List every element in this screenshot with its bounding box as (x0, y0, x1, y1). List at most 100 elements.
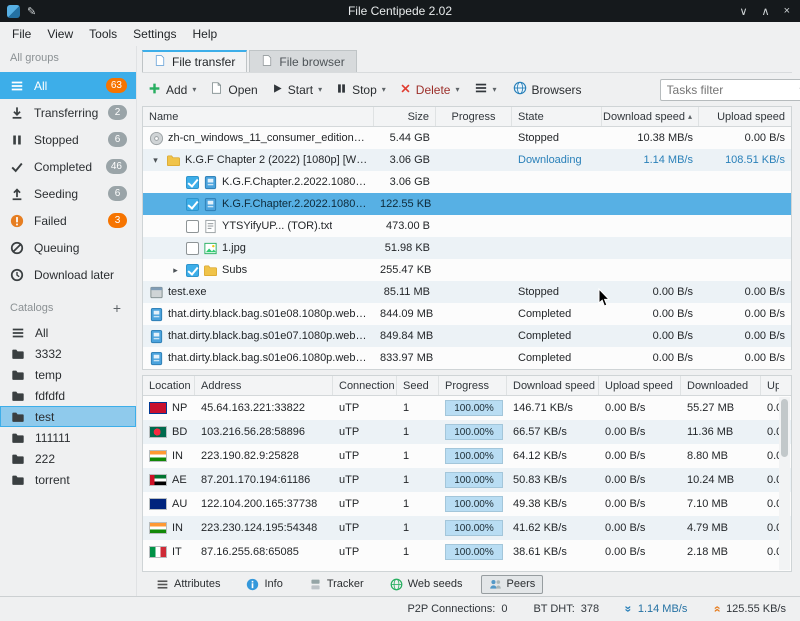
sidebar-item-failed[interactable]: Failed3 (0, 207, 136, 234)
sidebar-item-queuing[interactable]: Queuing (0, 234, 136, 261)
peer-column-header-download-speed[interactable]: Download speed▴ (507, 376, 599, 395)
task-row[interactable]: 1.jpg51.98 KB0.00% (143, 237, 791, 259)
open-button[interactable]: Open (204, 77, 263, 102)
detail-tab-attributes[interactable]: Attributes (148, 575, 228, 594)
menu-item-file[interactable]: File (4, 24, 39, 44)
row-checkbox[interactable] (186, 220, 199, 233)
peer-column-header-progress[interactable]: Progress (439, 376, 507, 395)
menu-item-view[interactable]: View (39, 24, 81, 44)
task-name: K.G.F Chapter 2 (2022) [1080p] [WEBRip] … (185, 154, 368, 166)
task-name: K.G.F.Chapter.2.2022.1080p.WEBRip.x… (222, 198, 368, 210)
close-button[interactable]: × (784, 5, 790, 18)
sidebar-item-transferring[interactable]: Transferring2 (0, 99, 136, 126)
task-column-header-name[interactable]: Name (143, 107, 374, 126)
task-size: 833.97 MB (374, 352, 436, 364)
peer-row[interactable]: BD103.216.56.28:58896uTP1100.00%66.57 KB… (143, 420, 791, 444)
menu-button[interactable]: ▾ (468, 78, 503, 101)
peer-address: 87.16.255.68:65085 (195, 546, 333, 558)
sidebar-item-completed[interactable]: Completed46 (0, 153, 136, 180)
peer-column-header-downloaded[interactable]: Downloaded (681, 376, 761, 395)
menu-item-settings[interactable]: Settings (125, 24, 184, 44)
sidebar-item-all[interactable]: All63 (0, 72, 136, 99)
sidebar-item-stopped[interactable]: Stopped6 (0, 126, 136, 153)
row-checkbox[interactable] (186, 176, 199, 189)
catalog-item-torrent[interactable]: torrent (0, 469, 136, 490)
task-row[interactable]: K.G.F.Chapter.2.2022.1080p.WEBRip.x…3.06… (143, 171, 791, 193)
detail-tab-tracker[interactable]: Tracker (301, 575, 372, 594)
task-row[interactable]: K.G.F.Chapter.2.2022.1080p.WEBRip.x…122.… (143, 193, 791, 215)
peer-column-header-location[interactable]: Location (143, 376, 195, 395)
count-badge: 46 (106, 159, 127, 174)
peer-row[interactable]: NP45.64.163.221:33822uTP1100.00%146.71 K… (143, 396, 791, 420)
task-column-header-download-speed[interactable]: Download speed▴ (602, 107, 699, 126)
expander-right-icon[interactable]: ▸ (169, 265, 182, 276)
browsers-button[interactable]: Browsers (507, 77, 588, 102)
minimize-button[interactable]: ∨ (739, 5, 747, 18)
catalog-item-222[interactable]: 222 (0, 448, 136, 469)
peer-column-header-upload[interactable]: Upload (761, 376, 779, 395)
row-checkbox[interactable] (186, 198, 199, 211)
maximize-button[interactable]: ∧ (762, 5, 770, 18)
peer-row[interactable]: IN223.190.82.9:25828uTP1100.00%64.12 KB/… (143, 444, 791, 468)
add-button[interactable]: Add▾ (142, 78, 202, 102)
menu-item-tools[interactable]: Tools (81, 24, 125, 44)
detail-tab-peers[interactable]: Peers (481, 575, 544, 594)
peers-scrollbar[interactable] (779, 397, 790, 570)
video-file-icon (203, 197, 218, 212)
task-column-header-state[interactable]: State (512, 107, 602, 126)
flag-au-icon (149, 498, 167, 510)
menu-item-help[interactable]: Help (185, 24, 226, 44)
detail-tab-label: Info (264, 578, 282, 590)
task-row[interactable]: test.exe85.11 MB21.30%Stopped0.00 B/s0.0… (143, 281, 791, 303)
peer-download-speed: 50.83 KB/s (507, 474, 599, 486)
document-icon (210, 81, 223, 98)
sidebar-item-download-later[interactable]: Download later (0, 261, 136, 288)
list-icon (9, 78, 25, 94)
peer-row[interactable]: AU122.104.200.165:37738uTP1100.00%49.38 … (143, 492, 791, 516)
peer-uploaded: 0.00 B (761, 474, 779, 486)
peer-column-header-connection[interactable]: Connection (333, 376, 397, 395)
detail-tab-info[interactable]: Info (238, 575, 290, 594)
row-checkbox[interactable] (186, 242, 199, 255)
task-column-header-upload-speed[interactable]: Upload speed (699, 107, 791, 126)
scrollbar-thumb[interactable] (781, 399, 788, 457)
start-button[interactable]: Start▾ (266, 79, 328, 101)
task-row[interactable]: zh-cn_windows_11_consumer_editions_upd-…… (143, 127, 791, 149)
detail-tab-label: Tracker (327, 578, 364, 590)
tab-label: File transfer (172, 55, 235, 69)
edit-icon[interactable]: ✎ (27, 5, 36, 18)
task-row[interactable]: that.dirty.black.bag.s01e08.1080p.web.h2… (143, 303, 791, 325)
sidebar-item-label: Seeding (34, 187, 78, 201)
peer-column-header-address[interactable]: Address (195, 376, 333, 395)
task-row[interactable]: YTSYifyUP... (TOR).txt473.00 B0.00% (143, 215, 791, 237)
tasks-filter-input[interactable] (661, 83, 800, 97)
task-row[interactable]: ▾ K.G.F Chapter 2 (2022) [1080p] [WEBRip]… (143, 149, 791, 171)
peer-row[interactable]: AE87.201.170.194:61186uTP1100.00%50.83 K… (143, 468, 791, 492)
row-checkbox[interactable] (186, 264, 199, 277)
peer-column-header-seed[interactable]: Seed (397, 376, 439, 395)
peer-row[interactable]: IN223.230.124.195:54348uTP1100.00%41.62 … (143, 516, 791, 540)
task-row[interactable]: that.dirty.black.bag.s01e07.1080p.web.h2… (143, 325, 791, 347)
upload-speed-status: » 125.55 KB/s (713, 602, 786, 616)
detail-tab-web-seeds[interactable]: Web seeds (382, 575, 471, 594)
add-catalog-button[interactable]: + (108, 300, 126, 316)
sidebar-item-seeding[interactable]: Seeding6 (0, 180, 136, 207)
tab-file-browser[interactable]: File browser (249, 50, 356, 72)
catalog-item-temp[interactable]: temp (0, 364, 136, 385)
peer-column-header-upload-speed[interactable]: Upload speed (599, 376, 681, 395)
delete-button[interactable]: Delete▾ (394, 79, 466, 101)
task-row[interactable]: ▸Subs255.47 KB0.00% (143, 259, 791, 281)
task-column-header-progress[interactable]: Progress (436, 107, 512, 126)
catalog-item-fdfdfd[interactable]: fdfdfd (0, 385, 136, 406)
tab-file-transfer[interactable]: File transfer (142, 50, 247, 72)
expander-down-icon[interactable]: ▾ (149, 155, 162, 166)
catalog-item-test[interactable]: test (0, 406, 136, 427)
catalog-item-3332[interactable]: 3332 (0, 343, 136, 364)
task-column-header-size[interactable]: Size (374, 107, 436, 126)
peer-country: AU (172, 498, 187, 510)
stop-button[interactable]: Stop▾ (330, 79, 392, 101)
catalog-item-111111[interactable]: 111111 (0, 427, 136, 448)
peer-row[interactable]: IT87.16.255.68:65085uTP1100.00%38.61 KB/… (143, 540, 791, 564)
task-row[interactable]: that.dirty.black.bag.s01e06.1080p.web.h2… (143, 347, 791, 369)
catalog-item-all[interactable]: All (0, 322, 136, 343)
